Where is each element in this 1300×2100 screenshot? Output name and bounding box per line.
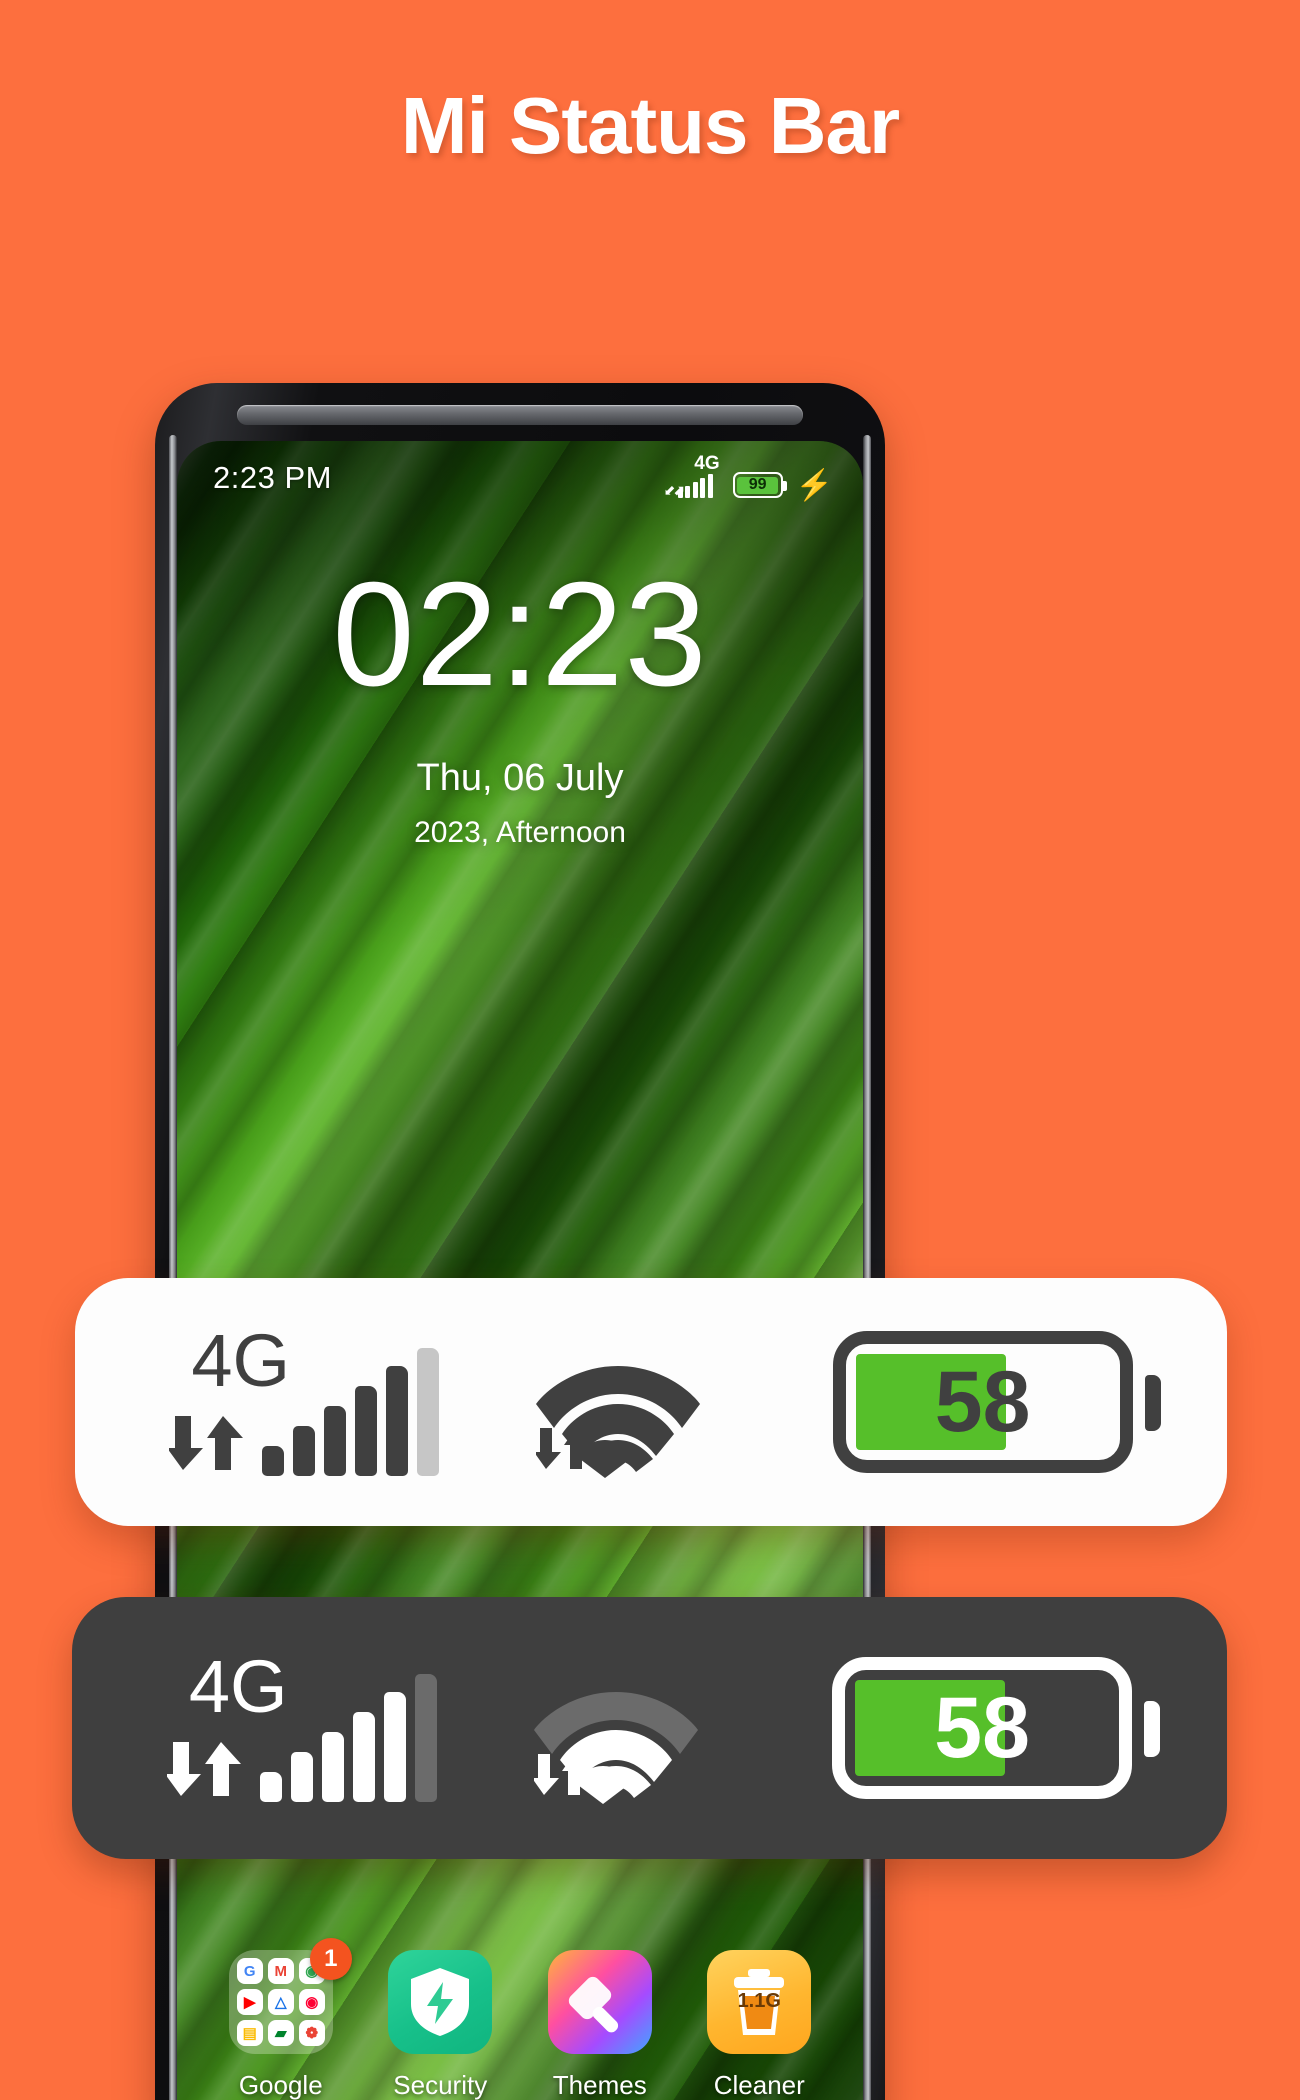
signal-bars-icon-light	[262, 1348, 440, 1476]
preview-card-dark: 4G 58	[72, 1597, 1227, 1859]
mini-icon-ytmusic: ◉	[298, 1989, 325, 2015]
themes-tile[interactable]	[547, 1950, 652, 2054]
signal-bars-icon	[677, 474, 713, 498]
battery-icon-dark: 58	[832, 1657, 1161, 1799]
data-transfer-arrows-icon-dark	[166, 1742, 241, 1796]
mini-icon-youtube: ▶	[236, 1989, 263, 2015]
lockscreen-time: 02:23	[332, 552, 708, 717]
app-label-security: Security	[393, 2070, 488, 2100]
preview-card-light: 4G 58	[75, 1278, 1227, 1526]
cleaner-tile[interactable]: 1.1G	[707, 1950, 812, 2054]
cellular-signal-icon-light: 4G	[169, 1324, 440, 1476]
paint-roller-icon	[568, 1976, 618, 2033]
wifi-icon-light	[535, 1328, 736, 1478]
app-google-folder[interactable]: G M ◉ ▶ △ ◉ ▤ ▰ ❁ 1 Google	[206, 1938, 356, 2100]
charging-bolt-icon: ⚡	[795, 469, 833, 502]
phone-status-bar: 2:23 PM 4G ⬋⬈ 99 ⚡	[177, 441, 863, 515]
security-tile[interactable]	[388, 1950, 493, 2054]
battery-percent-label: 99	[737, 476, 779, 494]
mini-icon-meet: ▰	[267, 2020, 294, 2046]
battery-cap-light	[1144, 1375, 1161, 1431]
app-label-themes: Themes	[552, 2070, 647, 2100]
notification-badge: 1	[309, 1938, 352, 1980]
battery-icon-light: 58	[832, 1331, 1161, 1473]
wifi-data-arrows-icon-light	[535, 1428, 591, 1469]
lockscreen-subtitle: 2023, Afternoon	[414, 816, 626, 849]
network-type-label: 4G	[694, 453, 720, 474]
app-label-google: Google	[238, 2070, 323, 2100]
app-label-cleaner: Cleaner	[713, 2070, 805, 2100]
cellular-signal-icon: 4G ⬋⬈	[664, 454, 720, 498]
earpiece-speaker	[237, 405, 803, 425]
cellular-signal-icon-dark: 4G	[166, 1650, 437, 1802]
mini-icon-gmail: M	[267, 1958, 294, 1984]
app-themes[interactable]: Themes	[525, 1950, 675, 2100]
page-title: Mi Status Bar	[400, 81, 900, 170]
app-cleaner[interactable]: 1.1G Cleaner	[684, 1950, 834, 2100]
wifi-data-arrows-icon-dark	[534, 1754, 590, 1795]
mini-icon-google: G	[236, 1958, 263, 1984]
wifi-icon-dark	[534, 1654, 734, 1804]
lockscreen-clock-widget: 02:23 Thu, 06 July 2023, Afternoon	[177, 561, 863, 850]
battery-cap-dark	[1144, 1701, 1161, 1757]
battery-percent-label-dark: 58	[934, 1680, 1030, 1776]
shield-bolt-icon	[411, 1968, 470, 2036]
mini-icon-keep: ▤	[236, 2020, 263, 2046]
mini-icon-drive: △	[267, 1989, 294, 2015]
lockscreen-date: Thu, 06 July	[416, 757, 624, 799]
cleaner-size-label: 1.1G	[737, 1990, 781, 2012]
battery-icon: 99	[732, 472, 787, 498]
home-screen-dock: G M ◉ ▶ △ ◉ ▤ ▰ ❁ 1 Google Security Them…	[177, 1938, 863, 2100]
signal-bars-icon-dark	[259, 1674, 437, 1802]
battery-percent-label-light: 58	[934, 1354, 1031, 1450]
mini-icon-photos: ❁	[298, 2020, 325, 2046]
status-bar-clock: 2:23 PM	[213, 460, 332, 495]
data-transfer-arrows-icon-light	[169, 1416, 244, 1470]
status-bar-icons: 4G ⬋⬈ 99 ⚡	[664, 454, 833, 502]
app-security[interactable]: Security	[365, 1950, 515, 2100]
